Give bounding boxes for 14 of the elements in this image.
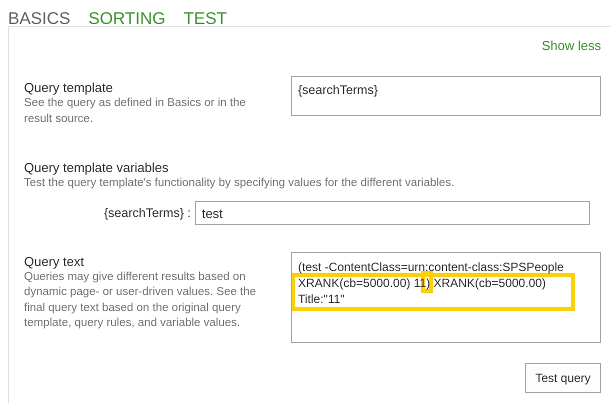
tab[interactable]: SORTING [88,9,166,26]
show-less-link[interactable]: Show less [542,38,601,65]
section-label: Query template [24,80,114,96]
section-description: Test the query template's functionality by specifying values for the different variables. [24,176,456,191]
variable-label: {searchTerms} : [104,206,191,220]
tab[interactable]: TEST [184,9,227,26]
test-query-button[interactable]: Test query [525,362,601,392]
query-template-field[interactable]: {searchTerms} [291,76,601,116]
section-label: Query template variables [24,160,170,176]
section-description: Queries may give different results based on dynamic page- or user-driven values. See the final query text based on the original query template, query rules, and variable values. [24,270,258,331]
tab[interactable]: BASICS [8,9,70,26]
section-label: Query text [24,254,85,270]
variable-input-field[interactable]: test [194,200,590,224]
section-description: See the query as defined in Basics or in the result source. [24,96,247,126]
